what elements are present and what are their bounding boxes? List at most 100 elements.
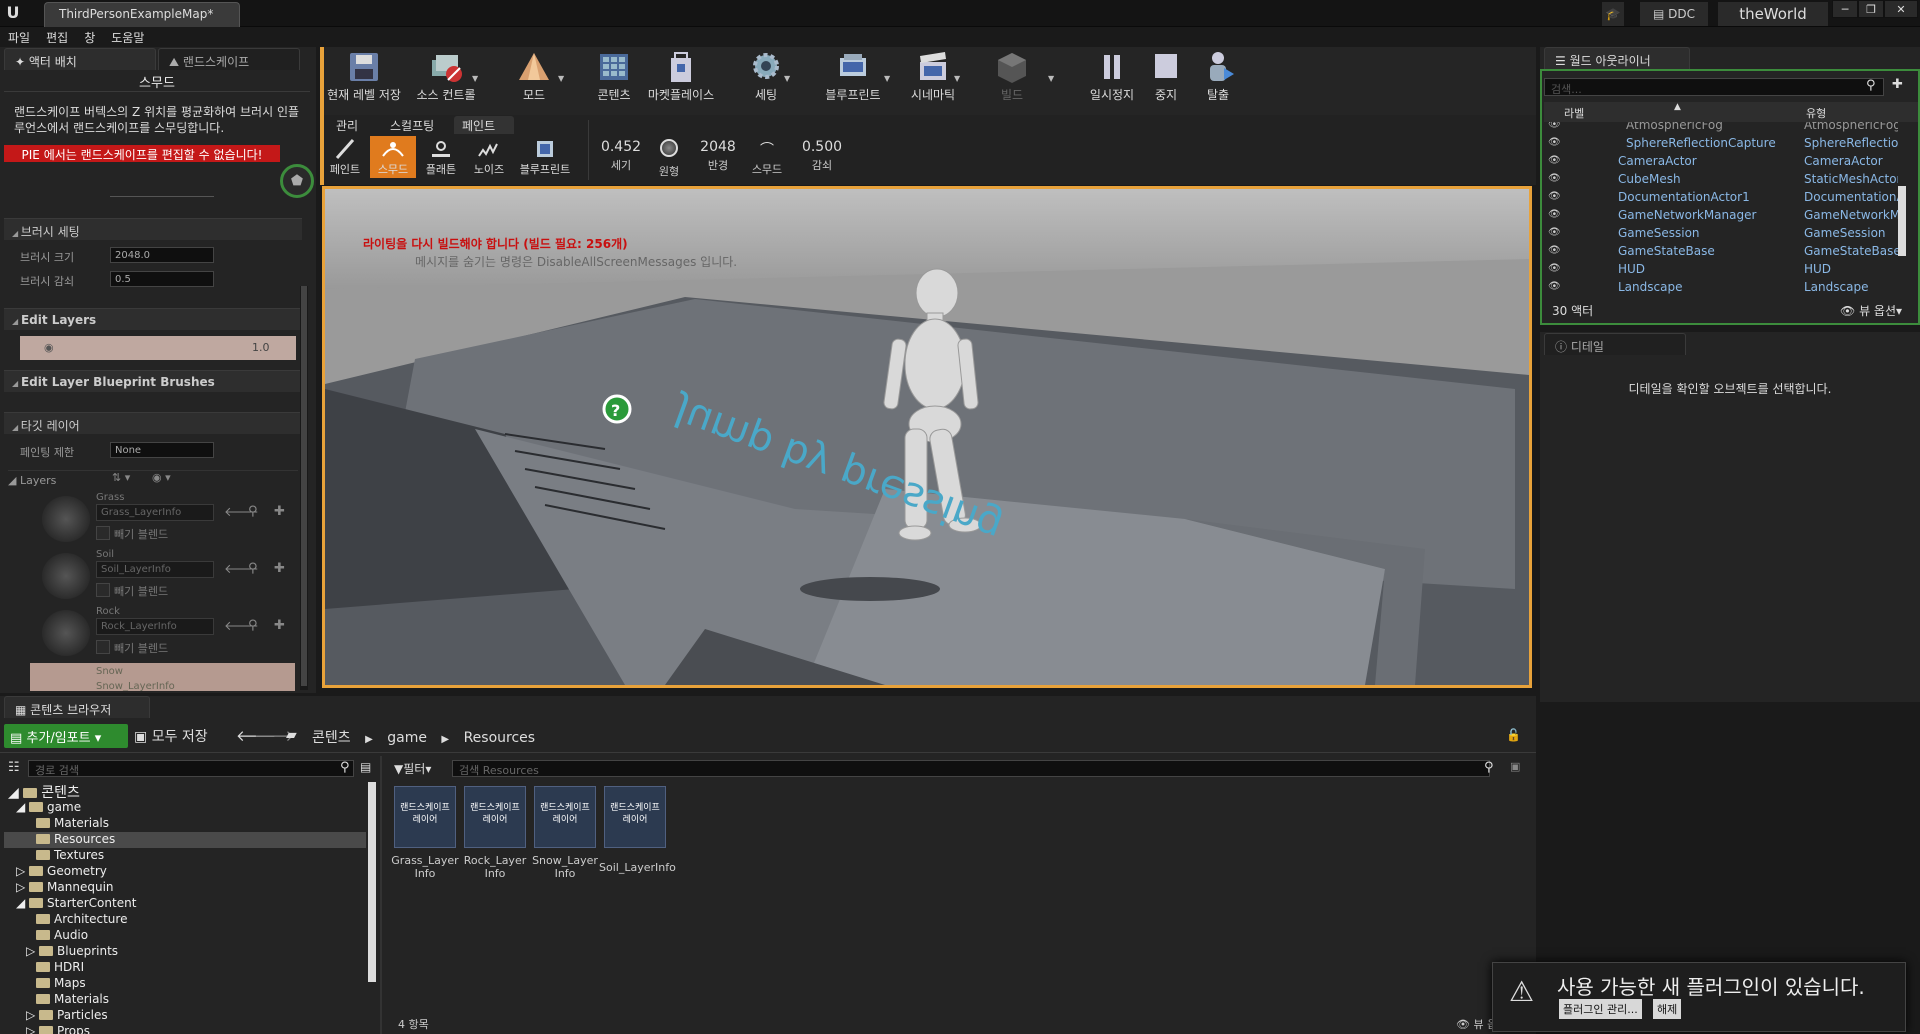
search-icon[interactable]: ⚲ — [340, 760, 350, 775]
search-icon[interactable]: ⚲ — [248, 561, 258, 576]
pause-button[interactable]: 일시정지 — [1082, 46, 1142, 112]
section-edit-layer-bp[interactable]: Edit Layer Blueprint Brushes — [4, 370, 302, 392]
left-scrollbar[interactable] — [300, 286, 308, 690]
search-icon[interactable]: ⚲ — [1484, 760, 1494, 775]
outliner-row[interactable]: 👁 HUD HUD — [1544, 260, 1898, 278]
eye-icon[interactable]: 👁 — [1548, 122, 1561, 130]
edit-layer-value[interactable]: 1.0 — [252, 341, 270, 354]
maximize-icon[interactable]: ❐ — [1858, 0, 1884, 18]
filter-button[interactable]: ▼필터▾ — [394, 760, 431, 777]
tab-landscape[interactable]: ⛰ 랜드스케이프 — [158, 48, 300, 70]
menu-edit[interactable]: 편집 — [38, 28, 76, 47]
modes-button[interactable]: 모드 — [504, 46, 564, 112]
tree-item[interactable]: Maps — [4, 976, 366, 992]
eye-icon[interactable]: 👁 — [1548, 209, 1561, 220]
dropdown-arrow-icon[interactable]: ▼ — [1048, 74, 1054, 83]
sort-icon[interactable]: ⇅ ▾ — [112, 471, 130, 484]
brush-falloff-field[interactable]: 0.5 — [110, 271, 214, 287]
layer-rock[interactable]: Rock Rock_LayerInfo 🡐 ⚲ ✚ 빼기 블렌드 — [30, 606, 295, 662]
asset-tile[interactable]: 랜드스케이프 레이어 — [604, 786, 666, 848]
list-view-icon[interactable]: ▤ — [360, 760, 371, 774]
mode-tab-paint[interactable]: 페인트 — [454, 116, 514, 134]
paint-radius[interactable]: 2048 반경 — [692, 139, 744, 173]
layer-blend-checkbox[interactable]: 빼기 블렌드 — [96, 526, 168, 542]
paint-tool-paint[interactable]: 페인트 — [322, 136, 368, 178]
menu-file[interactable]: 파일 — [0, 28, 38, 47]
graduation-cap-icon[interactable]: 🎓 — [1602, 2, 1624, 26]
tree-item[interactable]: Materials — [4, 992, 366, 1008]
tree-item[interactable]: ◢ StarterContent — [4, 896, 366, 912]
add-actor-icon[interactable]: ✚ — [1892, 77, 1903, 92]
outliner-row[interactable]: 👁 CameraActor CameraActor — [1544, 152, 1898, 170]
marketplace-button[interactable]: 마켓플레이스 — [644, 46, 718, 112]
manage-plugins-button[interactable]: 플러그인 관리... — [1559, 999, 1642, 1019]
tab-content-browser[interactable]: ▦ 콘텐츠 브라우저 — [4, 696, 150, 718]
content-button[interactable]: 콘텐츠 — [584, 46, 644, 112]
dropdown-arrow-icon[interactable]: ▼ — [472, 74, 478, 83]
tree-item[interactable]: Materials — [4, 816, 366, 832]
left-scrollbar-thumb[interactable] — [301, 286, 307, 686]
menu-window[interactable]: 창 — [76, 28, 103, 47]
paint-falloff-shape[interactable]: ⌒ 스무드 — [742, 139, 792, 177]
outliner-row[interactable]: 👁 SphereReflectionCapture SphereReflection… — [1544, 134, 1898, 152]
save-search-icon[interactable]: ▣ — [1510, 760, 1520, 773]
layer-info-select[interactable]: Rock_LayerInfo — [96, 618, 214, 635]
section-brush-settings[interactable]: 브러시 세팅 — [4, 218, 302, 240]
layer-info-select[interactable]: Soil_LayerInfo — [96, 561, 214, 578]
brush-size-field[interactable]: 2048.0 — [110, 247, 214, 263]
outliner-row[interactable]: 👁 GameSession GameSession — [1544, 224, 1898, 242]
tree-item-selected[interactable]: Resources — [4, 832, 366, 848]
outliner-search-input[interactable]: 검색... — [1544, 78, 1884, 96]
lock-icon[interactable]: 🔓 — [1506, 728, 1521, 742]
asset-search-input[interactable]: 검색 Resources — [452, 760, 1490, 777]
eye-icon[interactable]: 👁 — [1548, 191, 1561, 202]
tree-item[interactable]: ◢ game — [4, 800, 366, 816]
plus-icon[interactable]: ✚ — [274, 504, 285, 519]
mode-tab-sculpt[interactable]: 스컬프팅 — [382, 116, 442, 134]
layer-soil[interactable]: Soil Soil_LayerInfo 🡐 ⚲ ✚ 빼기 블렌드 — [30, 549, 295, 605]
eye-icon[interactable]: 👁 — [1548, 227, 1561, 238]
paint-tool-blueprint[interactable]: 블루프린트 — [514, 136, 576, 178]
eject-button[interactable]: 탈출 — [1188, 46, 1248, 112]
layer-grass[interactable]: Grass Grass_LayerInfo 🡐 ⚲ ✚ 빼기 블렌드 — [30, 492, 295, 548]
plus-icon[interactable]: ✚ — [274, 618, 285, 633]
plus-icon[interactable]: ✚ — [274, 561, 285, 576]
add-import-button[interactable]: ▤ 추가/임포트 ▾ — [4, 724, 128, 748]
eye-icon[interactable]: ◉ — [44, 341, 54, 354]
search-icon[interactable]: ⚲ — [1866, 78, 1876, 93]
eye-icon[interactable]: 👁 — [1548, 137, 1561, 148]
tree-item[interactable]: ▷ Blueprints — [4, 944, 366, 960]
breadcrumb-item[interactable]: 콘텐츠 — [312, 730, 351, 746]
paint-falloff[interactable]: 0.500 감쇠 — [796, 139, 848, 173]
tree-item[interactable]: ▷ Props — [4, 1024, 366, 1034]
outliner-row[interactable]: 👁 GameNetworkManager GameNetworkMar — [1544, 206, 1898, 224]
tree-item[interactable]: HDRI — [4, 960, 366, 976]
save-level-button[interactable]: 현재 레벨 저장 — [326, 46, 402, 112]
tree-item[interactable]: ▷ Mannequin — [4, 880, 366, 896]
edit-layer-row[interactable]: ◉ 1.0 — [20, 336, 296, 360]
paint-restrict-select[interactable]: None — [110, 442, 214, 458]
dropdown-arrow-icon[interactable]: ▼ — [884, 74, 890, 83]
outliner-row[interactable]: 👁 DocumentationActor1 DocumentationAc — [1544, 188, 1898, 206]
menu-help[interactable]: 도움말 — [103, 28, 152, 47]
breadcrumb-item[interactable]: game — [387, 730, 427, 746]
tree-item[interactable]: Architecture — [4, 912, 366, 928]
close-icon[interactable]: ✕ — [1884, 0, 1918, 18]
visibility-dropdown-icon[interactable]: ◉ ▾ — [152, 471, 171, 484]
eye-icon[interactable]: 👁 — [1548, 173, 1561, 184]
mode-tab-manage[interactable]: 관리 — [328, 116, 366, 134]
stop-button[interactable]: 중지 — [1136, 46, 1196, 112]
paint-shape[interactable]: 원형 — [646, 139, 692, 179]
dismiss-button[interactable]: 해제 — [1653, 999, 1682, 1019]
outliner-row[interactable]: 👁 Landscape Landscape — [1544, 278, 1898, 294]
asset-tile[interactable]: 랜드스케이프 레이어 — [394, 786, 456, 848]
eye-icon[interactable]: 👁 — [1548, 155, 1561, 166]
outliner-row[interactable]: 👁 AtmosphericFog AtmosphericFog — [1544, 122, 1898, 134]
tool-mode-icon[interactable]: ⬟ — [280, 164, 314, 198]
eye-icon[interactable]: 👁 — [1548, 245, 1561, 256]
layer-info-select[interactable]: Snow_LayerInfo — [96, 681, 175, 691]
tree-scrollbar-thumb[interactable] — [368, 782, 376, 982]
outliner-row[interactable]: 👁 CubeMesh StaticMeshActor — [1544, 170, 1898, 188]
tree-item[interactable]: Audio — [4, 928, 366, 944]
tab-details[interactable]: ⓘ 디테일 — [1544, 333, 1686, 355]
